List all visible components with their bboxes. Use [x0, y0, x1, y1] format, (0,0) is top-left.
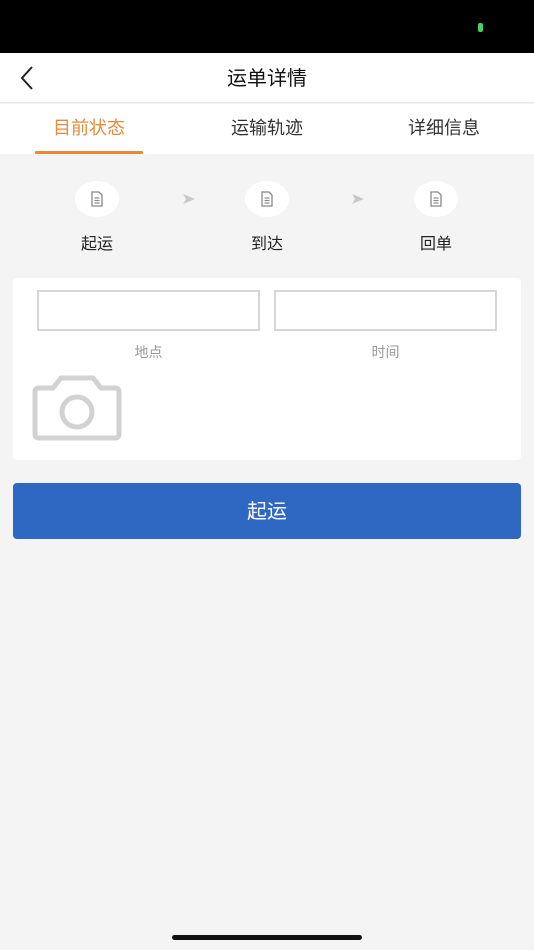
document-icon	[430, 191, 442, 207]
step-receipt-circle	[414, 181, 458, 217]
home-indicator	[172, 935, 362, 940]
step-dispatch-label: 起运	[80, 234, 113, 253]
step-arrival-label: 到达	[250, 234, 283, 253]
tab-detail-info[interactable]: 详细信息	[389, 104, 499, 154]
status-steps: 起运 到达 回单	[0, 176, 534, 256]
navigation-bar: 运单详情	[0, 53, 534, 103]
step-arrival-circle	[245, 181, 289, 217]
tab-transport-track[interactable]: 运输轨迹	[212, 104, 322, 154]
step-arrival: 到达	[227, 176, 307, 254]
arrow-right-icon	[183, 194, 195, 204]
time-label: 时间	[371, 345, 400, 361]
dispatch-button[interactable]: 起运	[13, 483, 521, 539]
location-label: 地点	[134, 345, 163, 361]
document-icon	[261, 191, 273, 207]
arrow-right-icon	[352, 194, 364, 204]
active-tab-indicator	[35, 151, 143, 154]
camera-icon[interactable]	[29, 374, 125, 442]
time-input[interactable]	[274, 290, 497, 331]
step-dispatch: 起运	[57, 176, 137, 254]
step-receipt: 回单	[396, 176, 476, 254]
document-icon	[91, 191, 103, 207]
shipment-form-card: 地点 时间	[13, 278, 521, 460]
status-bar	[0, 0, 534, 53]
tab-current-status[interactable]: 目前状态	[35, 104, 143, 154]
page-title: 运单详情	[227, 66, 307, 90]
step-dispatch-circle	[75, 181, 119, 217]
location-input[interactable]	[37, 290, 260, 331]
tab-bar: 目前状态 运输轨迹 详细信息	[0, 104, 534, 154]
battery-icon	[478, 23, 483, 32]
step-receipt-label: 回单	[419, 234, 452, 253]
